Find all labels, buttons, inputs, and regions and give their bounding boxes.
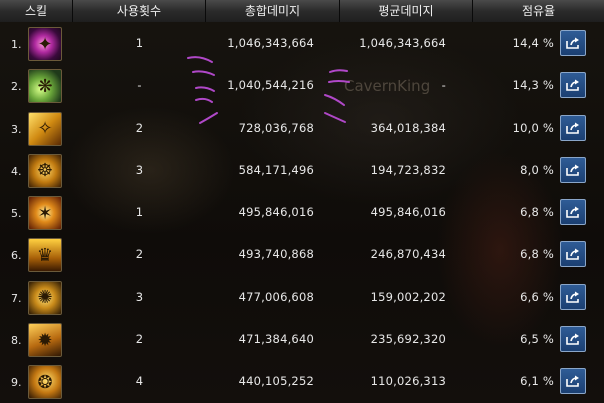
table-header: 스킬 사용횟수 총합데미지 평균데미지 점유율 [0,0,604,22]
column-header-total[interactable]: 총합데미지 [206,0,340,22]
total-damage: 440,105,252 [238,374,314,389]
skill-icon-9[interactable]: ❂ [28,365,62,400]
damage-share: 8,0 % [520,162,554,177]
average-damage: 159,002,202 [370,289,446,304]
use-count: 2 [135,332,144,347]
damage-share: 14,3 % [512,78,554,93]
use-count: 4 [135,374,144,389]
export-button[interactable] [560,114,586,141]
damage-share: 6,8 % [520,205,554,220]
export-icon [566,375,579,388]
table-row: 1. ✦ 1 1,046,343,664 1,046,343,664 14,4 … [0,22,604,64]
skill-icon-7[interactable]: ✺ [28,280,62,315]
table-row: 3. ✧ 2 728,036,768 364,018,384 10,0 % [0,107,604,149]
use-count: 1 [135,205,144,220]
skill-icon-5[interactable]: ✶ [28,196,62,231]
export-button[interactable] [560,156,586,183]
damage-table-body: 1. ✦ 1 1,046,343,664 1,046,343,664 14,4 … [0,22,604,403]
average-damage: 110,026,313 [370,374,446,389]
damage-share: 6,6 % [520,289,554,304]
skill-icon-6[interactable]: ♛ [28,238,62,273]
row-index: 5. [11,207,22,221]
table-row: 5. ✶ 1 495,846,016 495,846,016 6,8 % [0,191,604,233]
damage-share: 6,1 % [520,374,554,389]
skill-icon-8[interactable]: ✹ [28,323,62,358]
table-row: 7. ✺ 3 477,006,608 159,002,202 6,6 % [0,276,604,318]
total-damage: 471,384,640 [238,332,314,347]
average-damage: 246,870,434 [370,247,446,262]
skill-icon-3[interactable]: ✧ [28,111,62,146]
damage-share: 10,0 % [512,120,554,135]
use-count: 2 [135,120,144,135]
table-row: 9. ❂ 4 440,105,252 110,026,313 6,1 % [0,360,604,402]
skill-icon-4[interactable]: ☸ [28,153,62,188]
export-icon [566,248,579,261]
table-row: 6. ♛ 2 493,740,868 246,870,434 6,8 % [0,233,604,275]
table-row: 8. ✹ 2 471,384,640 235,692,320 6,5 % [0,318,604,360]
column-header-count[interactable]: 사용횟수 [73,0,206,22]
row-index: 9. [11,376,22,390]
row-index: 7. [11,291,22,305]
export-icon [566,291,579,303]
use-count: 2 [135,247,144,262]
skill-icon-1[interactable]: ✦ [28,27,62,61]
export-button[interactable] [560,199,586,226]
row-index: 8. [11,334,22,348]
row-index: 1. [11,38,22,51]
total-damage: 477,006,608 [238,289,314,304]
export-icon [566,37,579,49]
export-button[interactable] [560,283,586,310]
average-damage: 1,046,343,664 [359,36,446,50]
table-row: 4. ☸ 3 584,171,496 194,723,832 8,0 % [0,149,604,191]
average-damage: 364,018,384 [370,120,446,135]
export-icon [566,122,579,134]
total-damage: 493,740,868 [238,247,314,262]
export-button[interactable] [560,241,586,268]
total-damage: 495,846,016 [238,205,314,220]
export-icon [566,333,579,345]
average-damage: - [441,78,446,93]
column-header-share[interactable]: 점유율 [473,0,604,22]
row-index: 4. [11,164,22,178]
export-button[interactable] [560,30,586,56]
column-header-skill[interactable]: 스킬 [0,0,73,22]
total-damage: 1,046,343,664 [227,36,314,50]
use-count: 1 [135,36,144,50]
export-button[interactable] [560,326,586,353]
table-row: 2. ❋ - 1,040,544,216 - 14,3 % [0,64,604,106]
damage-share: 14,4 % [512,36,554,50]
damage-share: 6,5 % [520,332,554,347]
damage-share: 6,8 % [520,247,554,262]
row-index: 2. [11,80,22,94]
skill-icon-2[interactable]: ❋ [28,69,62,104]
export-button[interactable] [560,72,586,99]
row-index: 6. [11,249,22,263]
use-count: 3 [135,162,144,177]
use-count: - [137,78,142,93]
total-damage: 728,036,768 [238,120,314,135]
total-damage: 1,040,544,216 [227,78,314,93]
row-index: 3. [11,122,22,136]
average-damage: 235,692,320 [370,332,446,347]
average-damage: 194,723,832 [370,162,446,177]
average-damage: 495,846,016 [370,205,446,220]
export-button[interactable] [560,368,586,395]
use-count: 3 [135,289,144,304]
export-icon [566,164,579,176]
export-icon [566,79,579,92]
total-damage: 584,171,496 [238,162,314,177]
export-icon [566,206,579,218]
column-header-avg[interactable]: 평균데미지 [340,0,473,22]
